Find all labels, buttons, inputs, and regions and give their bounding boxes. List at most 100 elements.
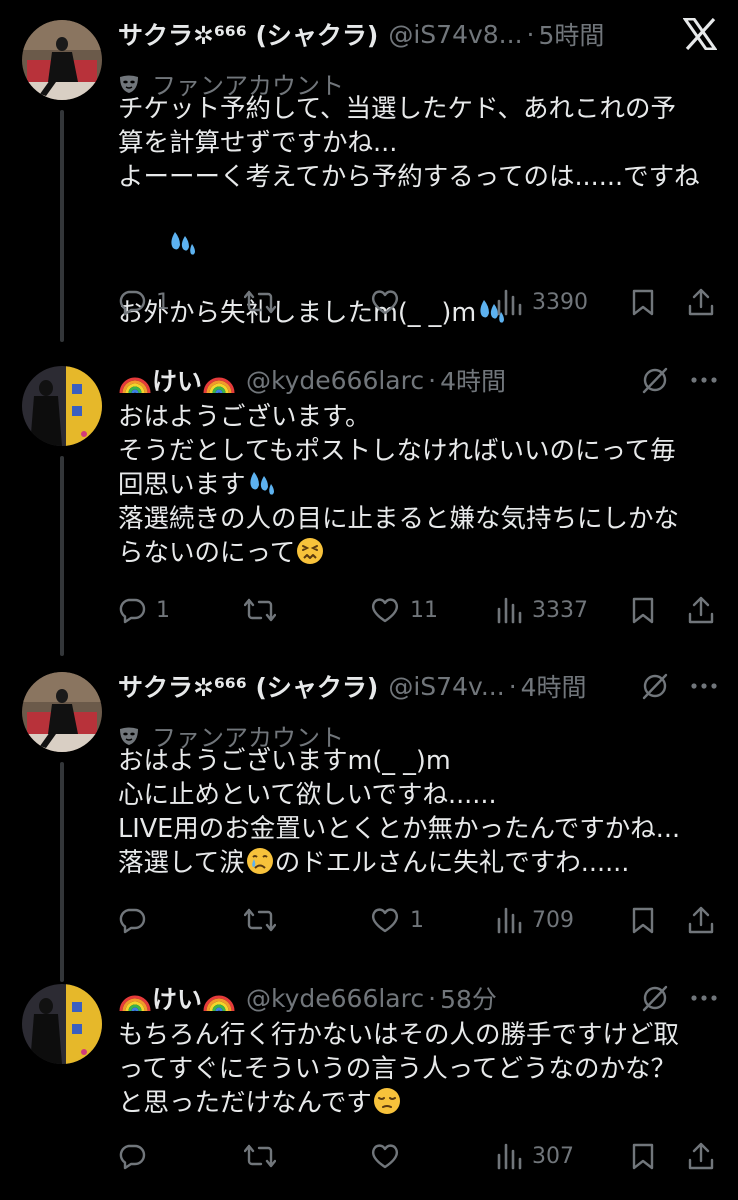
bookmark-icon	[632, 597, 654, 624]
display-name[interactable]: けい	[152, 980, 202, 1016]
bookmark-button[interactable]	[632, 906, 688, 934]
reply-button[interactable]: 1	[118, 596, 244, 624]
user-handle[interactable]: @iS74v8...	[388, 20, 522, 49]
tweet-line: と思っただけなんです	[118, 1086, 718, 1120]
views-icon	[497, 597, 522, 624]
bookmark-icon	[632, 289, 654, 316]
view-count: 307	[532, 1143, 574, 1169]
rainbow-icon	[203, 377, 235, 394]
tweet-header: サクラ✲⁶⁶⁶ (シャクラ) @iS74v8... · 5時間	[118, 14, 604, 54]
views-icon	[497, 1143, 522, 1170]
share-button[interactable]	[688, 596, 722, 624]
crying-face-icon	[246, 848, 273, 874]
grok-button[interactable]	[640, 360, 670, 400]
bookmark-icon	[632, 1143, 654, 1170]
bookmark-icon	[632, 907, 654, 934]
tweet-line-text: のドエルさんに失礼ですわ......	[274, 848, 630, 878]
user-handle[interactable]: @kyde666larc	[246, 984, 424, 1013]
view-count: 709	[532, 907, 574, 933]
display-name[interactable]: サクラ✲⁶⁶⁶ (シャクラ)	[118, 668, 378, 704]
view-count: 3390	[532, 289, 588, 315]
views-button[interactable]: 3390	[496, 288, 632, 316]
grok-icon	[642, 367, 668, 394]
separator: ·	[526, 19, 535, 49]
separator: ·	[428, 983, 437, 1013]
tweet-text: もちろん行く行かないはその人の勝手ですけど取 ってすぐにそういうの言う人ってどう…	[118, 1018, 718, 1120]
thread-line	[60, 456, 64, 656]
tweet-header: サクラ✲⁶⁶⁶ (シャクラ) @iS74v... · 4時間	[118, 666, 587, 706]
tweet-text: おはようございます。 そうだとしてもポストしなければいいのにって毎 回思います …	[118, 400, 718, 570]
tweet-line: 落選続きの人の目に止まると嫌な気持ちにしかな	[118, 504, 680, 534]
x-logo[interactable]	[683, 14, 717, 54]
avatar[interactable]	[22, 366, 102, 446]
user-handle[interactable]: @iS74v...	[388, 672, 504, 701]
user-handle[interactable]: @kyde666larc	[246, 366, 424, 395]
tweet[interactable]: けい @kyde666larc · 58分 もちろん行く行かないはその人の勝手で…	[0, 978, 738, 1200]
tweet[interactable]: サクラ✲⁶⁶⁶ (シャクラ) @iS74v... · 4時間 ファンアカウント …	[0, 666, 738, 982]
views-icon	[497, 907, 522, 934]
bookmark-button[interactable]	[632, 288, 688, 316]
sweat-droplets-icon	[171, 232, 195, 255]
persevering-face-icon	[297, 538, 324, 564]
retweet-button[interactable]	[244, 906, 370, 934]
timestamp[interactable]: 4時間	[440, 362, 506, 398]
like-button[interactable]: 11	[370, 596, 496, 624]
like-icon	[371, 908, 399, 933]
like-icon	[371, 290, 399, 315]
retweet-button[interactable]	[244, 288, 370, 316]
timestamp[interactable]: 58分	[440, 980, 497, 1016]
reply-button[interactable]	[118, 906, 244, 934]
avatar[interactable]	[22, 984, 102, 1064]
views-icon	[497, 289, 522, 316]
reply-button[interactable]	[118, 1142, 244, 1170]
grok-icon	[642, 985, 668, 1012]
share-icon	[688, 288, 714, 316]
timestamp[interactable]: 4時間	[521, 668, 587, 704]
like-button[interactable]	[370, 288, 496, 316]
reply-button[interactable]: 1	[118, 288, 244, 316]
sweat-droplets-icon	[249, 472, 274, 495]
tweet-header: けい @kyde666larc · 58分	[118, 978, 497, 1018]
bookmark-button[interactable]	[632, 1142, 688, 1170]
action-bar: 1 3390	[118, 282, 722, 322]
reply-icon	[119, 908, 146, 934]
display-name[interactable]: サクラ✲⁶⁶⁶ (シャクラ)	[118, 16, 378, 52]
more-button[interactable]	[690, 360, 718, 400]
retweet-button[interactable]	[244, 1142, 370, 1170]
x-logo-icon	[683, 18, 717, 50]
views-button[interactable]: 709	[496, 906, 632, 934]
like-button[interactable]: 1	[370, 906, 496, 934]
timestamp[interactable]: 5時間	[538, 16, 604, 52]
share-button[interactable]	[688, 1142, 722, 1170]
tweet-line: LIVE用のお金置いとくとか無かったんですかね...	[118, 814, 681, 844]
views-button[interactable]: 307	[496, 1142, 632, 1170]
avatar[interactable]	[22, 672, 102, 752]
bookmark-button[interactable]	[632, 596, 688, 624]
tweet-line: 落選して涙 のドエルさんに失礼ですわ......	[118, 846, 718, 880]
grok-button[interactable]	[640, 666, 670, 706]
more-button[interactable]	[690, 978, 718, 1018]
share-button[interactable]	[688, 906, 722, 934]
share-button[interactable]	[688, 288, 722, 316]
tweet-line: もちろん行く行かないはその人の勝手ですけど取	[118, 1020, 680, 1050]
tweet-line-text: と思っただけなんです	[118, 1088, 372, 1118]
like-icon	[371, 598, 399, 623]
tweet-line-text: らないのにって	[118, 538, 296, 568]
action-bar: 307	[118, 1136, 722, 1176]
action-bar: 1 11 3337	[118, 590, 722, 630]
grok-button[interactable]	[640, 978, 670, 1018]
views-button[interactable]: 3337	[496, 596, 632, 624]
reply-icon	[119, 1144, 146, 1170]
tweet[interactable]: サクラ✲⁶⁶⁶ (シャクラ) @iS74v8... · 5時間 ファンアカウント…	[0, 14, 738, 342]
share-icon	[688, 1142, 714, 1170]
retweet-button[interactable]	[244, 596, 370, 624]
more-button[interactable]	[690, 666, 718, 706]
like-button[interactable]	[370, 1142, 496, 1170]
display-name[interactable]: けい	[152, 362, 202, 398]
tweet[interactable]: けい @kyde666larc · 4時間 おはようございます。 そうだとしても…	[0, 360, 738, 660]
tweet-line: 心に止めといて欲しいですね......	[118, 780, 497, 810]
separator: ·	[428, 365, 437, 395]
like-count: 1	[410, 907, 424, 933]
avatar[interactable]	[22, 20, 102, 100]
reply-count: 1	[156, 289, 170, 315]
